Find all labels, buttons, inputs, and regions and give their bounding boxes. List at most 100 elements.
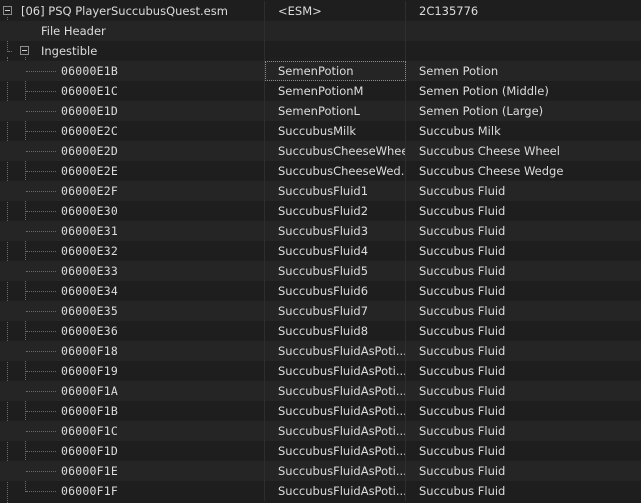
collapse-icon[interactable] xyxy=(20,46,29,55)
file-header-name-cell xyxy=(406,21,641,41)
full-name-cell: Succubus Fluid xyxy=(419,304,506,318)
full-name-cell: Succubus Fluid xyxy=(419,464,506,478)
table-row[interactable]: 06000E2C SuccubusMilk Succubus Milk xyxy=(0,121,641,141)
full-name-cell: Succubus Milk xyxy=(419,124,501,138)
full-name-cell: Succubus Fluid xyxy=(419,404,506,418)
editor-id-cell: SuccubusFluidAsPoti... xyxy=(265,381,406,401)
editor-id-cell: SuccubusCheeseWed... xyxy=(265,161,406,181)
editor-id-cell: SuccubusFluid4 xyxy=(265,241,406,261)
formid-cell: 06000F1D xyxy=(0,441,265,461)
editor-id-cell: SuccubusFluidAsPoti... xyxy=(265,481,406,501)
formid-label: 06000E36 xyxy=(61,324,118,338)
table-row[interactable]: 06000E36 SuccubusFluid8 Succubus Fluid xyxy=(0,321,641,341)
table-row[interactable]: 06000E2E SuccubusCheeseWed... Succubus Che… xyxy=(0,161,641,181)
tree-branch-line xyxy=(26,391,56,392)
editor-id-cell: SuccubusFluidAsPoti... xyxy=(265,461,406,481)
file-header-cell: File Header xyxy=(0,21,265,41)
tree-branch-line xyxy=(26,291,56,292)
collapse-icon[interactable] xyxy=(3,6,12,15)
root-label: [06] PSQ PlayerSuccubusQuest.esm xyxy=(21,4,228,18)
formid-cell: 06000F1C xyxy=(0,421,265,441)
full-name-cell: Succubus Fluid xyxy=(419,344,506,358)
tree-branch-line xyxy=(26,111,56,112)
tree-branch-line xyxy=(26,411,56,412)
editor-id-cell: SuccubusCheeseWheel xyxy=(265,141,406,161)
editor-id-cell: SuccubusFluidAsPoti... xyxy=(265,421,406,441)
editor-id-cell: SemenPotion xyxy=(265,61,406,81)
tree-branch-line xyxy=(26,91,56,92)
table-row[interactable]: 06000E2F SuccubusFluid1 Succubus Fluid xyxy=(0,181,641,201)
file-header-label: File Header xyxy=(41,24,106,38)
full-name-cell: Succubus Fluid xyxy=(419,484,506,498)
editor-id-cell: SuccubusFluid6 xyxy=(265,281,406,301)
table-row[interactable]: 06000F18 SuccubusFluidAsPoti... Succubus F… xyxy=(0,341,641,361)
table-row[interactable]: 06000E34 SuccubusFluid6 Succubus Fluid xyxy=(0,281,641,301)
editor-id-cell: SuccubusFluid3 xyxy=(265,221,406,241)
tree-branch-line xyxy=(26,491,56,492)
full-name-cell: Succubus Fluid xyxy=(419,224,506,238)
tree-row-ingestible[interactable]: Ingestible xyxy=(0,41,641,61)
formid-cell: 06000E36 xyxy=(0,321,265,341)
table-row[interactable]: 06000F1C SuccubusFluidAsPoti... Succubus F… xyxy=(0,421,641,441)
formid-label: 06000F19 xyxy=(61,364,118,378)
formid-cell: 06000E33 xyxy=(0,261,265,281)
editor-id-cell: SuccubusMilk xyxy=(265,121,406,141)
tree-branch-line xyxy=(26,71,56,72)
formid-cell: 06000F1A xyxy=(0,381,265,401)
table-row[interactable]: 06000E1B SemenPotion Semen Potion xyxy=(0,61,641,81)
formid-label: 06000F1F xyxy=(61,484,118,498)
tree-branch-line xyxy=(26,171,56,172)
formid-label: 06000E2D xyxy=(61,144,118,158)
tree-row-root[interactable]: [06] PSQ PlayerSuccubusQuest.esm <ESM> 2… xyxy=(0,1,641,21)
tree-branch-line xyxy=(26,351,56,352)
editor-id-cell: SemenPotionM xyxy=(265,81,406,101)
formid-label: 06000E1C xyxy=(61,84,118,98)
formid-cell: 06000E2F xyxy=(0,181,265,201)
table-row[interactable]: 06000E2D SuccubusCheeseWheel Succubus Chee… xyxy=(0,141,641,161)
table-row[interactable]: 06000F1B SuccubusFluidAsPoti... Succubus F… xyxy=(0,401,641,421)
formid-label: 06000E2E xyxy=(61,164,118,178)
formid-cell: 06000E2C xyxy=(0,121,265,141)
editor-id-cell: SuccubusFluidAsPoti... xyxy=(265,361,406,381)
tree-branch-line xyxy=(26,271,56,272)
tree-branch-line xyxy=(26,151,56,152)
formid-label: 06000E31 xyxy=(61,224,118,238)
table-row[interactable]: 06000E33 SuccubusFluid5 Succubus Fluid xyxy=(0,261,641,281)
tree-branch-line xyxy=(26,211,56,212)
ingestible-label: Ingestible xyxy=(41,44,98,58)
formid-label: 06000E35 xyxy=(61,304,118,318)
full-name-cell: Succubus Fluid xyxy=(419,384,506,398)
table-row[interactable]: 06000E30 SuccubusFluid2 Succubus Fluid xyxy=(0,201,641,221)
root-edid-cell: <ESM> xyxy=(265,1,406,21)
table-row[interactable]: 06000F19 SuccubusFluidAsPoti... Succubus F… xyxy=(0,361,641,381)
table-row[interactable]: 06000E31 SuccubusFluid3 Succubus Fluid xyxy=(0,221,641,241)
ingestible-edid-cell xyxy=(265,41,406,61)
tree-branch-line xyxy=(26,331,56,332)
table-row[interactable]: 06000F1F SuccubusFluidAsPoti... Succubus F… xyxy=(0,481,641,501)
table-row[interactable]: 06000F1D SuccubusFluidAsPoti... Succubus F… xyxy=(0,441,641,461)
table-row[interactable]: 06000E35 SuccubusFluid7 Succubus Fluid xyxy=(0,301,641,321)
full-name-cell: Succubus Cheese Wheel xyxy=(419,144,560,158)
formid-cell: 06000E2E xyxy=(0,161,265,181)
table-row[interactable]: 06000F1A SuccubusFluidAsPoti... Succubus F… xyxy=(0,381,641,401)
record-tree-view[interactable]: [06] PSQ PlayerSuccubusQuest.esm <ESM> 2… xyxy=(0,0,641,503)
table-row[interactable]: 06000E1C SemenPotionM Semen Potion (Middle… xyxy=(0,81,641,101)
tree-branch-line xyxy=(26,311,56,312)
full-name-cell: Succubus Fluid xyxy=(419,364,506,378)
full-name-cell: Succubus Cheese Wedge xyxy=(419,164,564,178)
formid-label: 06000E32 xyxy=(61,244,118,258)
editor-id-cell: SuccubusFluidAsPoti... xyxy=(265,341,406,361)
editor-id-cell: SuccubusFluid2 xyxy=(265,201,406,221)
editor-id-cell: SuccubusFluid1 xyxy=(265,181,406,201)
formid-label: 06000E33 xyxy=(61,264,118,278)
formid-label: 06000E1B xyxy=(61,64,118,78)
tree-row-file-header[interactable]: File Header xyxy=(0,21,641,41)
full-name-cell: Semen Potion (Large) xyxy=(419,104,544,118)
root-name-cell: [06] PSQ PlayerSuccubusQuest.esm xyxy=(0,1,265,21)
editor-id-cell: SuccubusFluidAsPoti... xyxy=(265,401,406,421)
full-name-cell: Succubus Fluid xyxy=(419,444,506,458)
formid-cell: 06000E35 xyxy=(0,301,265,321)
table-row[interactable]: 06000E32 SuccubusFluid4 Succubus Fluid xyxy=(0,241,641,261)
table-row[interactable]: 06000E1D SemenPotionL Semen Potion (Large) xyxy=(0,101,641,121)
table-row[interactable]: 06000F1E SuccubusFluidAsPoti... Succubus F… xyxy=(0,461,641,481)
